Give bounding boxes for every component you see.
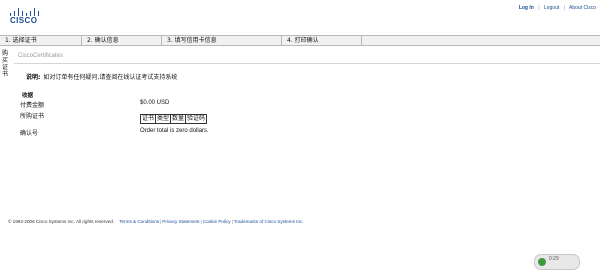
footer: © 1992-2006 Cisco Systems Inc. All right… [8, 219, 304, 224]
cisco-logo[interactable]: CISCO [9, 8, 43, 26]
step-select-certificate: 1. 选择证书 [0, 36, 82, 45]
confirmation-label: 确认号 [20, 130, 39, 137]
order-note: 说明: 如对订单有任何疑问,请查阅在线认证考试支持系统 [26, 72, 177, 81]
amount-label: 付费金额 [20, 102, 45, 109]
certificates-table: 证书 类型 数量 验证码 [140, 114, 208, 124]
login-link[interactable]: Log In [519, 5, 534, 11]
certificates-label: 所购证书 [20, 113, 45, 120]
note-label: 说明: [26, 74, 41, 81]
column-header-certificate: 证书 [140, 114, 157, 124]
logout-link[interactable]: Logout [544, 5, 559, 11]
checkout-steps: 1. 选择证书 2. 确认信息 3. 填写信用卡信息 4. 打印确认 [0, 35, 600, 46]
step-print-confirmation: 4. 打印确认 [282, 36, 362, 45]
logo-wordmark: CISCO [10, 16, 38, 25]
amount-value: $0.00 USD [140, 100, 170, 106]
top-link-separator: | [563, 5, 565, 11]
chat-widget[interactable]: 0:29 [534, 254, 580, 270]
cisco-bars-icon [10, 8, 42, 16]
footer-separator: | [200, 219, 202, 224]
about-cisco-link[interactable]: About Cisco [569, 5, 596, 11]
top-link-separator: | [538, 5, 540, 11]
copyright-text: © 1992-2006 Cisco Systems Inc. All right… [8, 219, 115, 224]
trademarks-link[interactable]: Trademarks of Cisco Systems Inc. [234, 219, 304, 224]
cookie-policy-link[interactable]: Cookie Policy [203, 219, 231, 224]
receipt-heading: 收据 [22, 93, 34, 99]
terms-link[interactable]: Terms & Conditions [119, 219, 159, 224]
confirmation-value: Order total is zero dollars. [140, 128, 209, 134]
top-links: Log In | Logout | About Cisco [519, 5, 596, 11]
column-header-type: 类型 [155, 114, 172, 124]
step-confirm-info: 2. 确认信息 [82, 36, 162, 45]
side-section-label: 购买证书 [1, 50, 8, 78]
column-header-quantity: 数量 [170, 114, 187, 124]
chat-widget-text: 0:29 [549, 256, 559, 262]
title-divider [14, 63, 600, 64]
chat-bubble-icon [538, 258, 546, 266]
note-text: 如对订单有任何疑问,请查阅在线认证考试支持系统 [43, 74, 178, 81]
step-credit-card: 3. 填写信用卡信息 [162, 36, 282, 45]
page-title: CiscoCertificates [18, 53, 64, 59]
privacy-link[interactable]: Privacy Statement [162, 219, 199, 224]
footer-separator: | [231, 219, 233, 224]
column-header-verification-code: 验证码 [185, 114, 208, 124]
